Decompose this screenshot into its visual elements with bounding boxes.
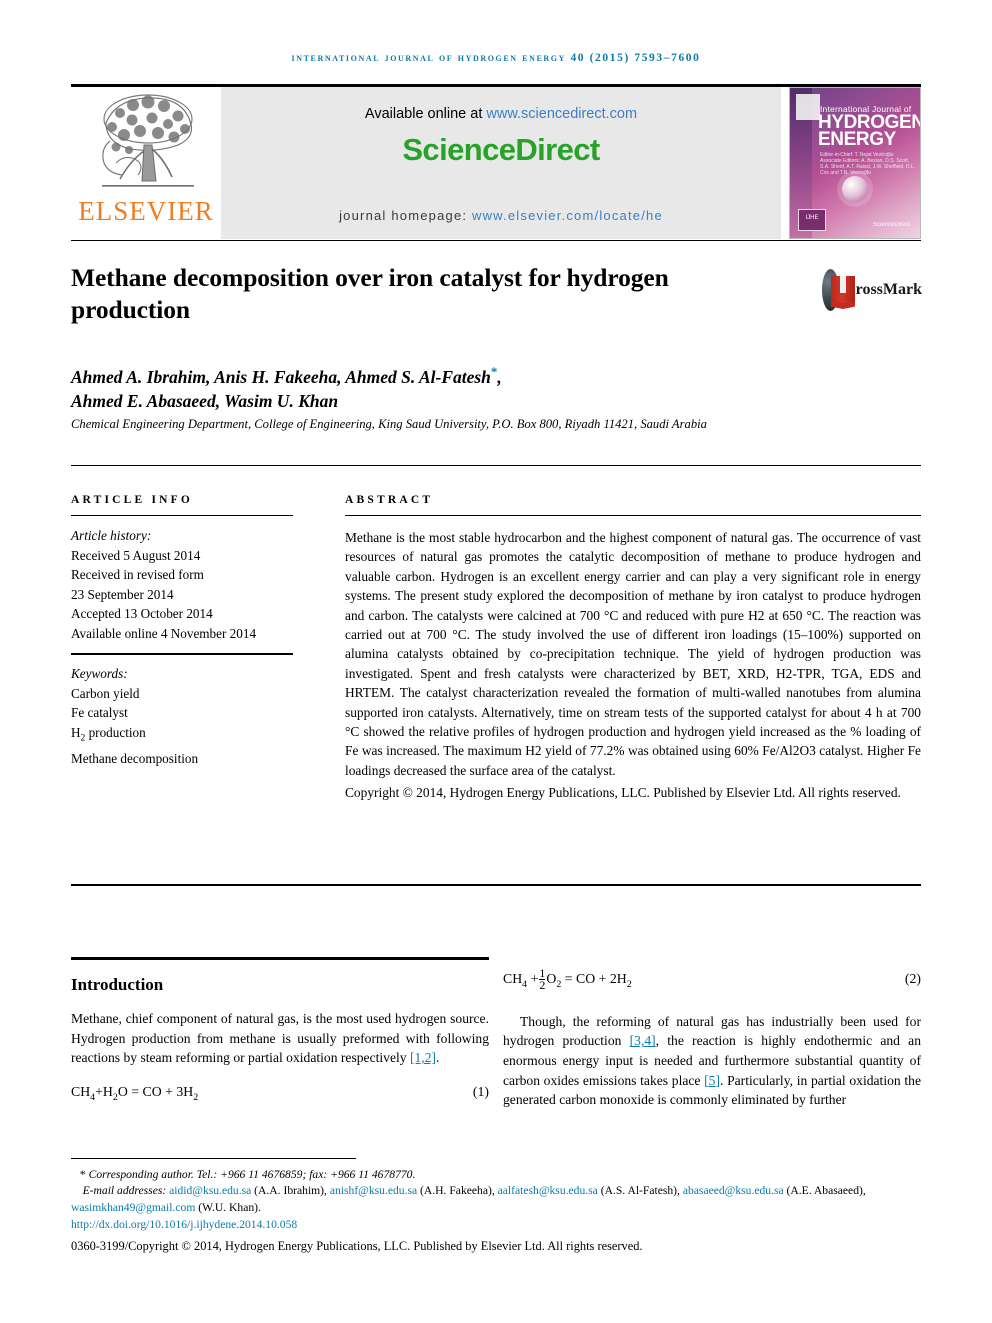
cover-title-line2: HYDROGEN ENERGY [818,112,921,150]
affiliation-rule [71,465,921,466]
body-left-column: Introduction Methane, chief component of… [71,966,489,1125]
sciencedirect-panel: Available online at www.sciencedirect.co… [221,87,781,239]
keywords-rule [71,653,293,655]
email-link-alfatesh[interactable]: aalfatesh@ksu.edu.sa [498,1184,598,1197]
keyword-item: Methane decomposition [71,750,199,766]
elsevier-wordmark: ELSEVIER [78,196,214,226]
page-title: Methane decomposition over iron catalyst… [71,263,669,324]
article-history-label: Article history: [71,528,152,543]
intro-paragraph-1: Methane, chief component of natural gas,… [71,1009,489,1068]
history-item: Received 5 August 2014 [71,547,201,563]
email-addresses-line: E-mail addresses: aidid@ksu.edu.sa (A.A.… [71,1183,921,1216]
crossmark-label: CrossMark [844,281,922,298]
author-line-2: Ahmed E. Abasaeed, Wasim U. Khan [71,390,339,411]
article-history-block: Article history: Received 5 August 2014 … [71,526,293,643]
running-head: International Journal of Hydrogen Energy… [291,52,701,64]
doi-link[interactable]: http://dx.doi.org/10.1016/j.ijhydene.201… [71,1218,297,1231]
email-link-abasaeed[interactable]: abasaeed@ksu.edu.sa [683,1184,784,1197]
footnote-rule [71,1158,356,1159]
email-person-ibrahim: (A.A. Ibrahim), [251,1184,330,1198]
equation-1: CH4+H2O = CO + 3H2 (1) [71,1081,489,1109]
affiliation: Chemical Engineering Department, College… [71,417,707,431]
keyword-item: Carbon yield [71,685,140,701]
cover-sciencedirect-mark: ScienceDirect [872,222,910,228]
journal-header-band: ELSEVIER Available online at www.science… [71,87,921,239]
elsevier-tree-icon [86,89,206,197]
body-right-column: CH4 +1 2 O2 = CO + 2H2 (2) Though, the ref… [503,966,921,1123]
keywords-block: Keywords: Carbon yield Fe catalyst H2 pr… [71,664,293,768]
email-link-ibrahim[interactable]: aidid@ksu.edu.sa [169,1184,251,1197]
doi-line: http://dx.doi.org/10.1016/j.ijhydene.201… [71,1217,921,1233]
equation-2-number: (2) [904,971,921,986]
equation-1-number: (1) [472,1083,489,1099]
equation-2: CH4 +1 2 O2 = CO + 2H2 (2) [503,966,921,992]
email-person-alfatesh: (A.S. Al-Fatesh), [597,1184,683,1198]
crossmark-icon [822,269,855,311]
corresponding-author-note: * Corresponding author. Tel.: +966 11 46… [71,1166,921,1183]
section-rule [71,957,489,960]
journal-cover-thumbnail: International Journal of HYDROGEN ENERGY… [789,87,921,239]
history-item: Accepted 13 October 2014 [71,606,213,621]
cover-elsevier-mark-icon [796,94,820,120]
journal-homepage-line: journal homepage: www.elsevier.com/locat… [221,208,781,223]
keywords-label: Keywords: [71,666,128,681]
header-rule-bottom [71,240,921,241]
cover-editors: Editor-in-Chief: T. Nejat Veziroğlu Asso… [820,152,916,176]
email-link-khan[interactable]: wasimkhan49@gmail.com [71,1201,195,1214]
abstract-bottom-rule [71,884,921,886]
citation-ref-3-4[interactable]: [3,4] [630,1033,656,1048]
one-half-fraction: 12 [539,966,546,992]
author-line-1: Ahmed A. Ibrahim, Anis H. Fakeeha, Ahmed… [71,366,491,387]
author-list: Ahmed A. Ibrahim, Anis H. Fakeeha, Ahmed… [71,360,771,413]
journal-homepage-label: journal homepage: [339,208,472,223]
keyword-item: H2 production [71,724,146,744]
available-online-text: Available online at [364,106,487,122]
citation-ref-5[interactable]: [5] [704,1073,720,1088]
corresponding-author-text: Corresponding author. Tel.: +966 11 4676… [88,1168,416,1181]
article-info-rule [71,515,293,516]
article-info-column: ARTICLE INFO Article history: Received 5… [71,494,293,768]
issn-copyright-line: 0360-3199/Copyright © 2014, Hydrogen Ene… [71,1238,643,1253]
email-link-fakeeha[interactable]: anishf@ksu.edu.sa [330,1184,417,1197]
email-person-fakeeha: (A.H. Fakeeha), [417,1184,498,1198]
asterisk-icon: * [79,1167,86,1181]
abstract-rule [345,515,921,516]
article-info-heading: ARTICLE INFO [71,494,194,506]
elsevier-logo: ELSEVIER [71,87,221,239]
sciencedirect-wordmark: ScienceDirect [402,132,600,167]
author-line-1-tail: , [497,366,502,387]
history-item: Received in revised form [71,567,204,582]
abstract-body: Methane is the most stable hydrocarbon a… [345,530,921,778]
history-item: Available online 4 November 2014 [71,625,257,641]
right-paragraph-1: Though, the reforming of natural gas has… [503,1012,921,1110]
email-person-khan: (W.U. Khan). [195,1200,261,1214]
citation-ref-1-2[interactable]: [1,2] [410,1050,436,1065]
keyword-item: Fe catalyst [71,705,128,720]
intro-paragraph-1-end: . [436,1050,440,1066]
sciencedirect-url-link[interactable]: www.sciencedirect.com [486,106,637,122]
history-item: 23 September 2014 [71,586,174,602]
abstract-copyright: Copyright © 2014, Hydrogen Energy Public… [345,785,901,801]
cover-orb-graphic [842,176,868,202]
footnote-block: * Corresponding author. Tel.: +966 11 46… [71,1166,921,1254]
abstract-column: ABSTRACT Methane is the most stable hydr… [345,494,921,803]
paper-page: International Journal of Hydrogen Energy… [0,0,992,1323]
journal-homepage-link[interactable]: www.elsevier.com/locate/he [472,208,663,223]
crossmark-badge[interactable]: CrossMark [822,266,922,314]
email-label: E-mail addresses: [82,1184,170,1198]
abstract-heading: ABSTRACT [345,494,434,506]
section-heading-introduction: Introduction [71,975,164,994]
cover-ijhe-badge [798,209,826,231]
available-online-line: Available online at www.sciencedirect.co… [221,106,781,122]
email-person-abasaeed: (A.E. Abasaeed), [783,1184,866,1198]
